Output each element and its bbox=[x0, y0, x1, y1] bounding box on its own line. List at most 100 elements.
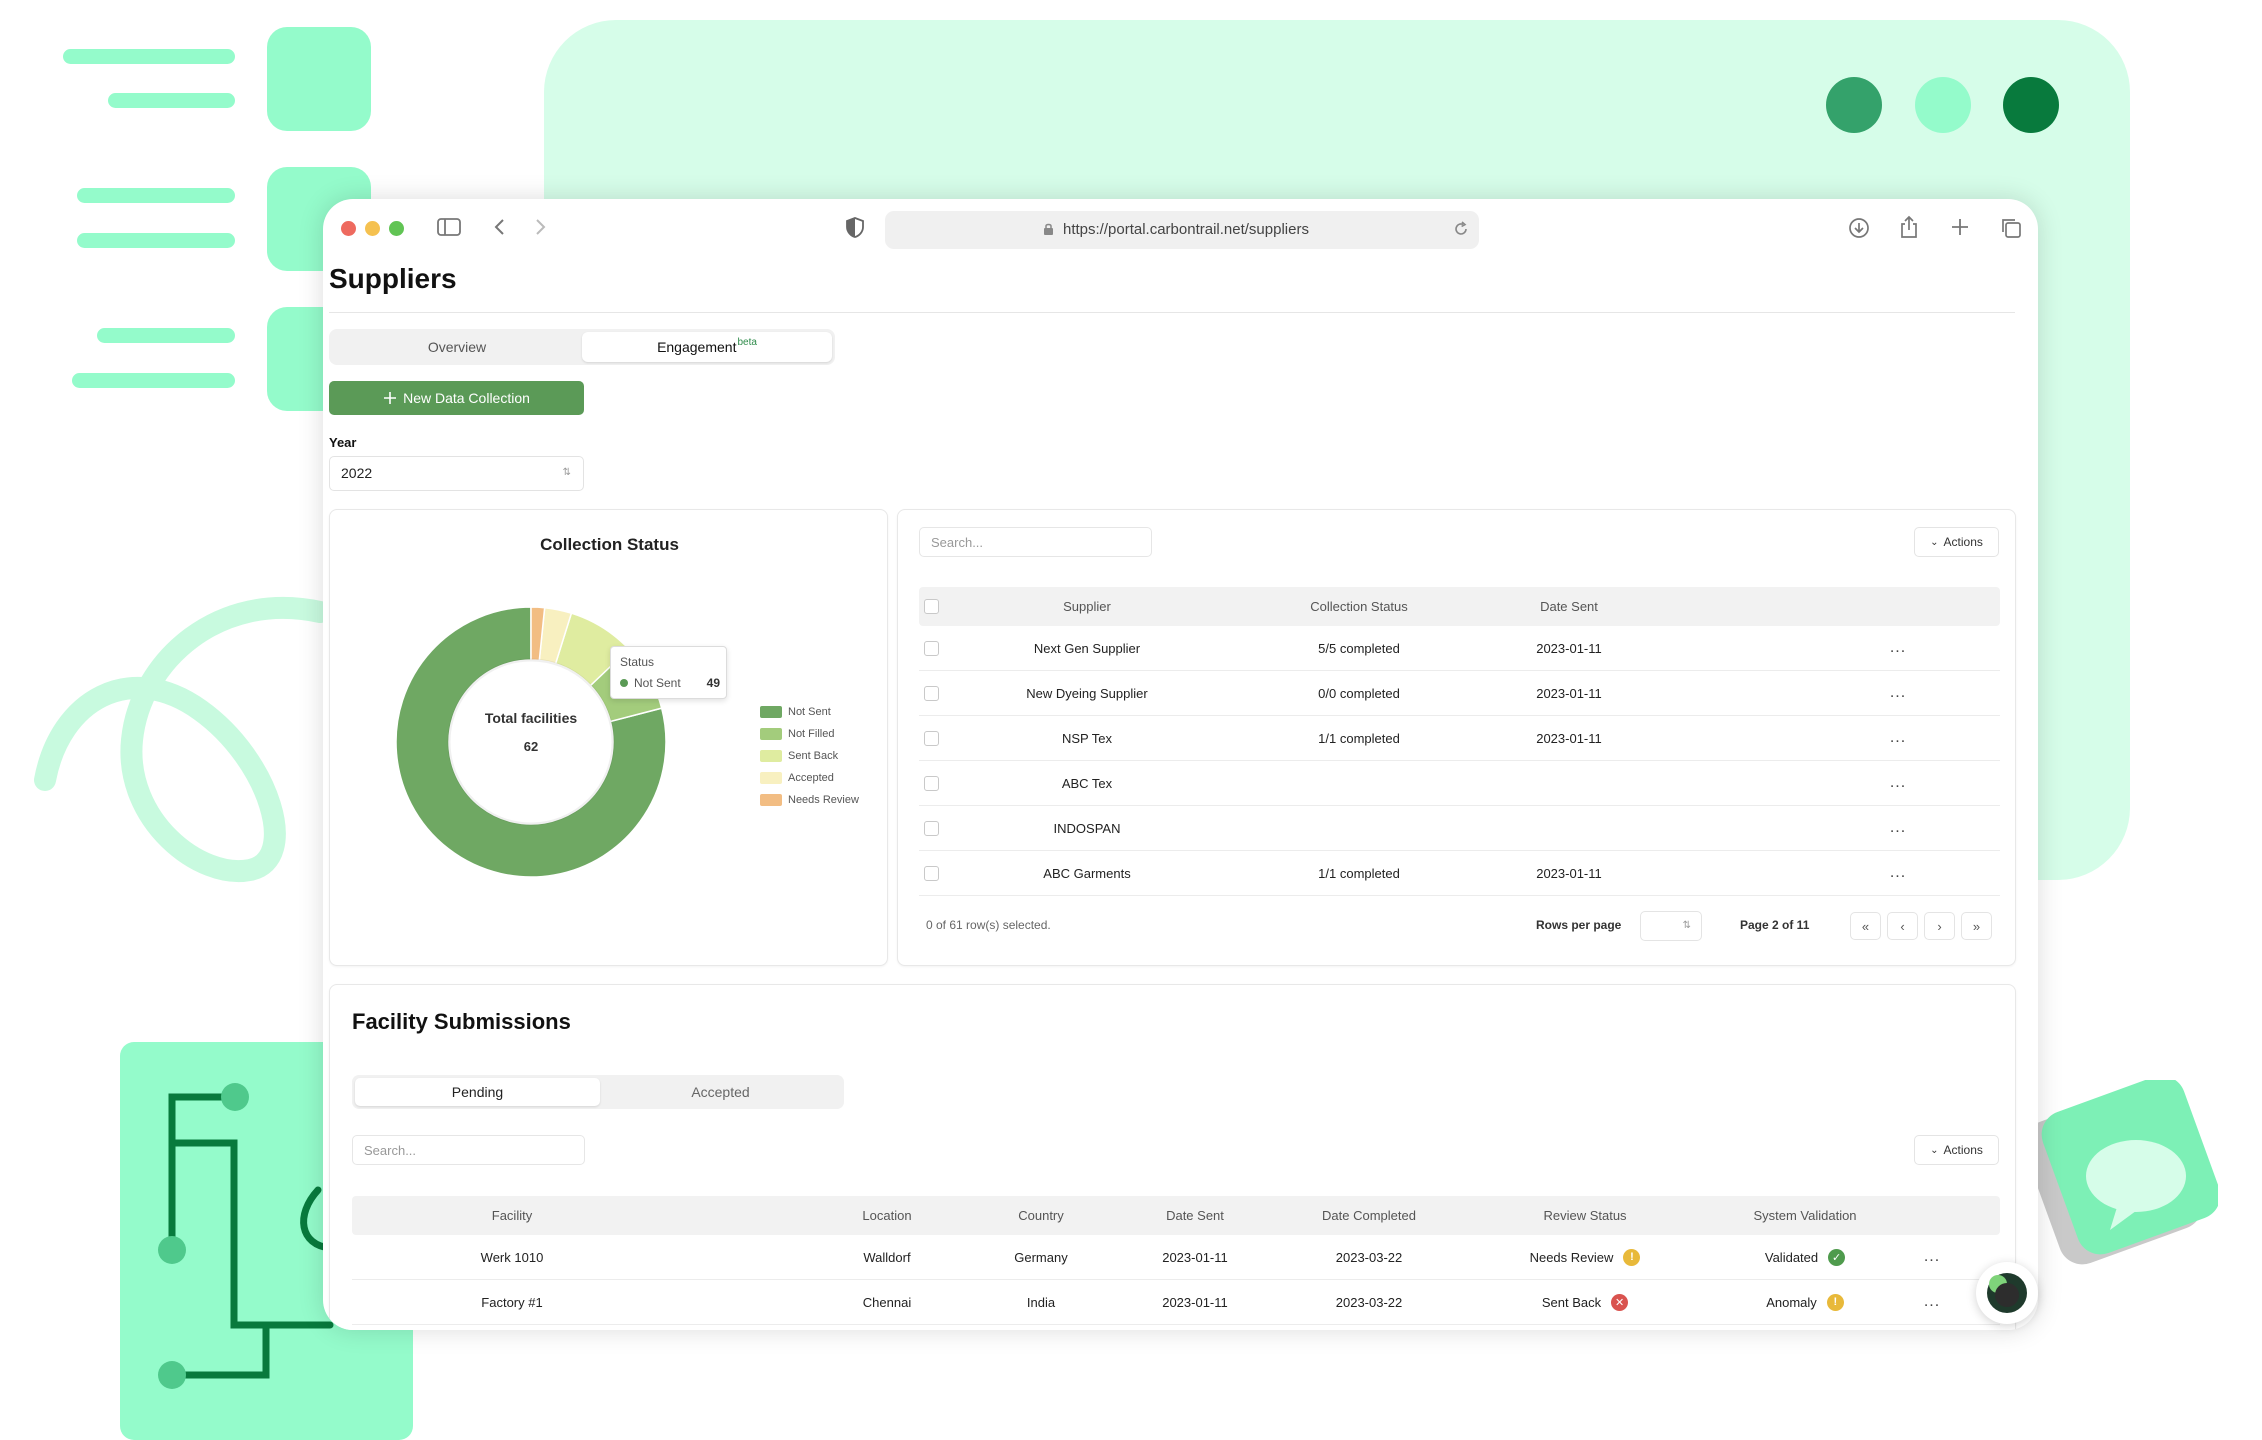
row-menu-icon[interactable]: ... bbox=[1883, 761, 1913, 805]
row-checkbox[interactable] bbox=[923, 820, 939, 836]
column-header-supplier[interactable]: Supplier bbox=[957, 587, 1217, 626]
legend-swatch bbox=[760, 706, 782, 718]
column-header-system-validation[interactable]: System Validation bbox=[1700, 1196, 1910, 1235]
table-row[interactable]: INDOSPAN ... bbox=[919, 806, 2000, 851]
chat-bubble-icon bbox=[2023, 1080, 2218, 1265]
supplier-name: ABC Garments bbox=[1043, 865, 1131, 881]
sort-chevron-icon: ⇅ bbox=[562, 467, 571, 478]
tooltip-row: Not Sent 49 bbox=[620, 676, 720, 690]
maximize-window-button[interactable] bbox=[389, 221, 404, 236]
row-menu-icon[interactable]: ... bbox=[1883, 806, 1913, 850]
tab-pending[interactable]: Pending bbox=[355, 1078, 600, 1106]
date-sent-value: 2023-01-11 bbox=[1536, 640, 1602, 656]
date-completed-value: 2023-03-22 bbox=[1335, 1249, 1403, 1265]
row-checkbox[interactable] bbox=[923, 685, 939, 701]
row-menu-icon[interactable]: ... bbox=[1917, 1235, 1947, 1279]
supplier-search-input[interactable]: Search... bbox=[919, 527, 1152, 557]
legend-item[interactable]: Sent Back bbox=[760, 745, 859, 767]
row-checkbox[interactable] bbox=[923, 730, 939, 746]
first-page-button[interactable]: « bbox=[1850, 912, 1881, 940]
warning-icon: ! bbox=[1826, 1293, 1844, 1311]
legend-swatch bbox=[760, 772, 782, 784]
column-header-date-completed[interactable]: Date Completed bbox=[1284, 1196, 1454, 1235]
address-bar[interactable]: https://portal.carbontrail.net/suppliers bbox=[885, 211, 1479, 249]
date-sent-value: 2023-01-11 bbox=[1536, 865, 1602, 881]
new-tab-icon[interactable] bbox=[1950, 217, 1970, 237]
row-menu-icon[interactable]: ... bbox=[1883, 716, 1913, 760]
legend-item[interactable]: Not Sent bbox=[760, 701, 859, 723]
column-header-location[interactable]: Location bbox=[812, 1196, 962, 1235]
new-data-collection-button[interactable]: New Data Collection bbox=[329, 381, 584, 415]
tab-engagement[interactable]: Engagement beta bbox=[582, 332, 832, 362]
tooltip-title: Status bbox=[620, 655, 655, 669]
table-row[interactable]: NSP Tex 1/1 completed 2023-01-11 ... bbox=[919, 716, 2000, 761]
year-select[interactable]: 2022 ⇅ bbox=[329, 456, 584, 491]
forward-icon[interactable] bbox=[533, 217, 547, 237]
page-indicator: Page 2 of 11 bbox=[1740, 918, 1810, 932]
last-page-button[interactable]: » bbox=[1961, 912, 1992, 940]
avatar[interactable] bbox=[1976, 1262, 2038, 1324]
legend-item[interactable]: Accepted bbox=[760, 767, 859, 789]
date-sent-value bbox=[1439, 761, 1699, 805]
sort-chevron-icon: ⇅ bbox=[1682, 920, 1691, 931]
tooltip-value: 49 bbox=[706, 676, 720, 690]
location-value: Chennai bbox=[862, 1294, 912, 1310]
system-validation: Validated ✓ bbox=[1700, 1235, 1910, 1279]
table-row[interactable]: ABC Garments 1/1 completed 2023-01-11 ..… bbox=[919, 851, 2000, 896]
row-menu-icon[interactable]: ... bbox=[1883, 671, 1913, 715]
table-row[interactable]: Next Gen Supplier 5/5 completed 2023-01-… bbox=[919, 626, 2000, 671]
share-icon[interactable] bbox=[1899, 215, 1919, 239]
rows-per-page-select[interactable]: ⇅ bbox=[1640, 911, 1702, 941]
row-checkbox[interactable] bbox=[923, 640, 939, 656]
facility-actions-button[interactable]: ⌄ Actions bbox=[1914, 1135, 1999, 1165]
close-window-button[interactable] bbox=[341, 221, 356, 236]
column-header-date-sent[interactable]: Date Sent bbox=[1120, 1196, 1270, 1235]
row-menu-icon[interactable]: ... bbox=[1917, 1280, 1947, 1324]
facility-search-input[interactable]: Search... bbox=[352, 1135, 585, 1165]
column-header-review-status[interactable]: Review Status bbox=[1490, 1196, 1680, 1235]
column-header-facility[interactable]: Facility bbox=[352, 1196, 672, 1235]
table-row[interactable]: New Dyeing Supplier 0/0 completed 2023-0… bbox=[919, 671, 2000, 716]
country-value: India bbox=[1026, 1294, 1056, 1310]
previous-page-button[interactable]: ‹ bbox=[1887, 912, 1918, 940]
download-icon[interactable] bbox=[1848, 217, 1870, 239]
column-header-date-sent[interactable]: Date Sent bbox=[1439, 587, 1699, 626]
row-menu-icon[interactable]: ... bbox=[1883, 851, 1913, 895]
supplier-name: New Dyeing Supplier bbox=[1026, 685, 1148, 701]
row-checkbox[interactable] bbox=[923, 775, 939, 791]
plus-icon bbox=[384, 392, 397, 404]
beta-badge: beta bbox=[737, 336, 757, 348]
chart-tooltip: Status Not Sent 49 bbox=[610, 646, 727, 699]
supplier-name: Next Gen Supplier bbox=[1033, 640, 1141, 656]
tabs-overview-icon[interactable] bbox=[2000, 217, 2022, 239]
sidebar-toggle-icon[interactable] bbox=[437, 217, 461, 237]
reload-icon[interactable] bbox=[1453, 221, 1469, 242]
chevron-down-icon: ⌄ bbox=[1930, 536, 1939, 548]
column-header-country[interactable]: Country bbox=[966, 1196, 1116, 1235]
legend-item[interactable]: Needs Review bbox=[760, 789, 859, 811]
chart-legend: Not Sent Not Filled Sent Back Accepted Needs… bbox=[760, 701, 859, 811]
legend-item[interactable]: Not Filled bbox=[760, 723, 859, 745]
next-page-button[interactable]: › bbox=[1924, 912, 1955, 940]
minimize-window-button[interactable] bbox=[365, 221, 380, 236]
page-title: Suppliers bbox=[329, 263, 457, 294]
facility-table-header: Facility Location Country Date Sent Date… bbox=[352, 1196, 2000, 1235]
suppliers-table-header: Supplier Collection Status Date Sent bbox=[919, 587, 2000, 626]
tab-overview[interactable]: Overview bbox=[332, 332, 582, 362]
actions-button[interactable]: ⌄ Actions bbox=[1914, 527, 1999, 557]
row-menu-icon[interactable]: ... bbox=[1883, 626, 1913, 670]
error-icon: ✕ bbox=[1611, 1293, 1629, 1311]
table-row[interactable]: Factory #1 Chennai India 2023-01-11 2023… bbox=[352, 1280, 2000, 1325]
facility-submissions-title: Facility Submissions bbox=[352, 1009, 571, 1034]
tab-accepted[interactable]: Accepted bbox=[598, 1078, 843, 1106]
total-facilities-value: 62 bbox=[523, 739, 539, 754]
select-all-checkbox[interactable] bbox=[923, 599, 939, 614]
back-icon[interactable] bbox=[493, 217, 507, 237]
table-row[interactable]: ABC Tex ... bbox=[919, 761, 2000, 806]
shield-icon[interactable] bbox=[846, 217, 864, 238]
rows-per-page-label: Rows per page bbox=[1536, 918, 1622, 932]
url-text: https://portal.carbontrail.net/suppliers bbox=[1063, 221, 1309, 238]
tooltip-dot bbox=[620, 679, 628, 687]
row-checkbox[interactable] bbox=[923, 865, 939, 881]
table-row[interactable]: Werk 1010 Walldorf Germany 2023-01-11 20… bbox=[352, 1235, 2000, 1280]
